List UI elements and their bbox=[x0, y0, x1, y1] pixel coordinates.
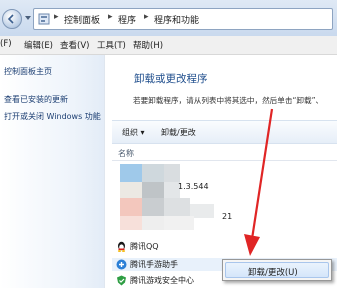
uninstall-change-toolbar-button[interactable]: 卸载/更改 bbox=[161, 127, 196, 138]
menu-view[interactable]: 查看(V) bbox=[60, 39, 89, 51]
page-description: 若要卸载程序，请从列表中将其选中，然后单击“卸载”、 bbox=[133, 96, 324, 105]
program-name: 腾讯QQ bbox=[130, 242, 159, 251]
list-item[interactable]: 腾讯QQ bbox=[112, 240, 337, 253]
control-panel-home-link[interactable]: 控制面板主页 bbox=[4, 66, 52, 77]
program-name: 21 bbox=[222, 212, 233, 221]
breadcrumb-programs[interactable]: 程序 bbox=[118, 13, 136, 26]
list-item[interactable]: 1.3.544 bbox=[112, 181, 337, 194]
menu-file[interactable]: (F) bbox=[0, 39, 12, 49]
column-header-label: 名称 bbox=[118, 149, 134, 158]
address-field[interactable]: ▸ 控制面板 ▸ 程序 ▸ 程序和功能 bbox=[33, 8, 333, 30]
windows-features-link[interactable]: 打开或关闭 Windows 功能 bbox=[4, 111, 101, 122]
program-name: 腾讯游戏安全中心 bbox=[130, 276, 194, 285]
blurred-program-entries bbox=[112, 160, 232, 240]
tencent-game-security-icon bbox=[117, 275, 126, 286]
tencent-mobile-game-icon bbox=[116, 259, 127, 270]
menu-tools[interactable]: 工具(T) bbox=[97, 39, 126, 51]
menu-bar: (F) 编辑(E) 查看(V) 工具(T) 帮助(H) bbox=[0, 36, 337, 55]
column-header-name[interactable]: 名称 bbox=[112, 145, 337, 161]
view-installed-updates-link[interactable]: 查看已安装的更新 bbox=[4, 94, 68, 105]
back-button[interactable] bbox=[2, 9, 22, 29]
left-task-pane: 控制面板主页 查看已安装的更新 打开或关闭 Windows 功能 bbox=[0, 55, 105, 288]
breadcrumb-programs-and-features[interactable]: 程序和功能 bbox=[154, 13, 199, 26]
context-uninstall-change-item[interactable]: 卸载/更改(U) bbox=[225, 262, 329, 278]
program-name: 1.3.544 bbox=[178, 182, 209, 191]
breadcrumb-separator: ▸ bbox=[54, 12, 59, 22]
context-item-label: 卸载/更改(U) bbox=[248, 268, 298, 278]
context-menu: 卸载/更改(U) bbox=[222, 259, 332, 281]
breadcrumb-separator: ▸ bbox=[108, 12, 113, 22]
control-panel-icon bbox=[38, 13, 50, 25]
program-name: 腾讯手游助手 bbox=[130, 260, 178, 269]
address-bar-region: ▸ 控制面板 ▸ 程序 ▸ 程序和功能 bbox=[0, 0, 337, 37]
qq-penguin-icon bbox=[117, 241, 126, 252]
history-dropdown-icon[interactable] bbox=[24, 14, 32, 22]
page-title: 卸载或更改程序 bbox=[134, 73, 208, 85]
menu-edit[interactable]: 编辑(E) bbox=[24, 39, 53, 51]
list-item[interactable]: 21 bbox=[112, 211, 337, 224]
command-toolbar: 组织 ▾ 卸载/更改 bbox=[112, 120, 337, 144]
breadcrumb-control-panel[interactable]: 控制面板 bbox=[64, 13, 100, 26]
menu-help[interactable]: 帮助(H) bbox=[133, 39, 163, 51]
organize-button[interactable]: 组织 ▾ bbox=[122, 127, 145, 138]
breadcrumb-separator: ▸ bbox=[144, 12, 149, 22]
back-arrow-icon bbox=[7, 14, 14, 24]
